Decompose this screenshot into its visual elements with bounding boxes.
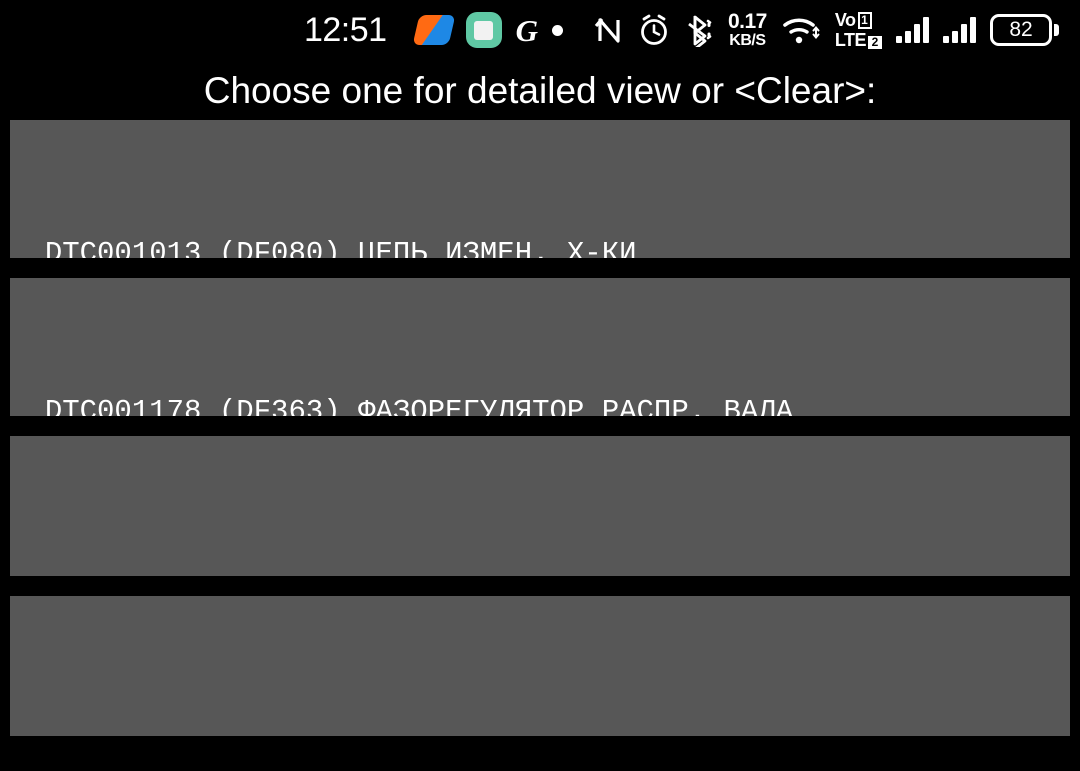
volte-badge-1: 1: [857, 12, 872, 29]
bluetooth-icon: [684, 8, 714, 52]
status-clock: 12:51: [303, 10, 387, 49]
dtc-list: DTC001013 (DF080) ЦЕПЬ ИЗМЕН. Х-КИ РАСПР…: [0, 120, 1080, 736]
alarm-icon: [638, 8, 670, 52]
signal-bars-sim1-icon: [896, 8, 929, 52]
dtc-item-001013[interactable]: DTC001013 (DF080) ЦЕПЬ ИЗМЕН. Х-КИ РАСПР…: [10, 120, 1070, 258]
network-speed-unit: KB/S: [729, 32, 766, 49]
dtc-line-1: DTC001178 (DF363) ФАЗОРЕГУЛЯТОР РАСПР. В…: [10, 395, 794, 416]
dtc-item-001178[interactable]: DTC001178 (DF363) ФАЗОРЕГУЛЯТОР РАСПР. В…: [10, 278, 1070, 416]
network-speed-indicator: 0.17 KB/S: [728, 8, 767, 52]
app-logo-green-icon: [465, 8, 502, 52]
app-logo-g-icon: G: [515, 12, 538, 48]
dtc-line-1: DTC001013 (DF080) ЦЕПЬ ИЗМЕН. Х-КИ: [10, 237, 637, 258]
clear-button[interactable]: <Clear>: [10, 596, 1070, 736]
battery-icon: 82: [990, 8, 1059, 52]
page-title: Choose one for detailed view or <Clear>:: [203, 70, 877, 111]
dot-icon: [551, 8, 563, 52]
app-logo-orange-blue-icon: [412, 8, 456, 52]
network-speed-value: 0.17: [727, 10, 767, 33]
up-button[interactable]: <Up>: [10, 436, 1070, 576]
status-bar: 12:51 G 0.17 KB/S Vo 1 LTE 2 82: [0, 0, 1080, 60]
wifi-icon: [781, 8, 821, 52]
volte-badge-2: 2: [868, 36, 882, 49]
battery-level: 82: [1009, 18, 1033, 41]
volte-line2: LTE: [834, 30, 867, 50]
volte-line1: Vo: [834, 10, 856, 30]
signal-bars-sim2-icon: [943, 8, 976, 52]
volte-icon: Vo 1 LTE 2: [835, 8, 882, 52]
nfc-icon: [594, 8, 624, 52]
